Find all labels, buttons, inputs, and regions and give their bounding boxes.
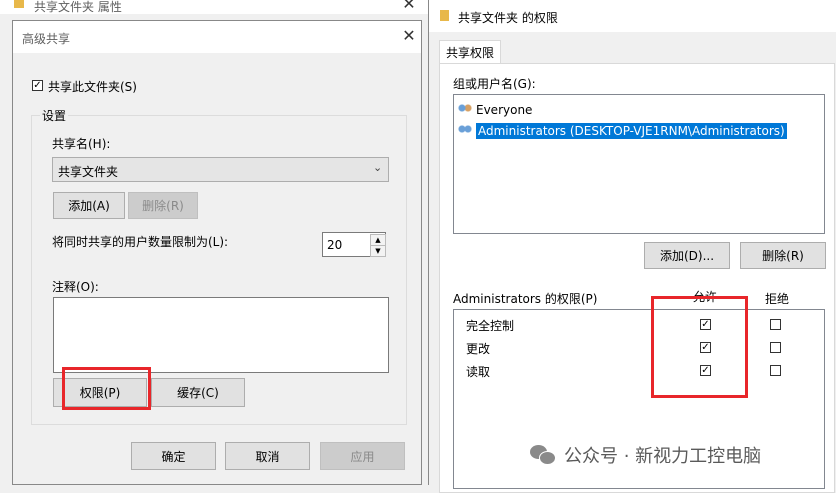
perm-name: 读取 [466,365,491,379]
tab-share-permissions[interactable]: 共享权限 [439,40,501,64]
user-limit-value: 20 [327,238,343,252]
settings-group-label: 设置 [40,107,69,124]
add-share-button[interactable]: 添加(A) [53,192,125,219]
deny-checkbox[interactable] [770,319,781,330]
folder-icon [440,10,449,21]
watermark-text: 公众号 · 新视力工控电脑 [564,446,762,467]
share-name-select[interactable]: 共享文件夹 ⌄ [52,157,389,182]
share-folder-label: 共享此文件夹(S) [48,80,137,94]
permissions-dialog: 共享文件夹 的权限 共享权限 组或用户名(G): Everyone Admini… [428,0,836,493]
users-listbox[interactable]: Everyone Administrators (DESKTOP-VJE1RNM… [453,94,825,234]
perm-name: 更改 [466,342,491,356]
cancel-button[interactable]: 取消 [225,442,310,470]
permissions-header-label: Administrators 的权限(P) [453,292,598,306]
spinner-down-icon[interactable]: ▼ [370,245,386,257]
watermark: 公众号 · 新视力工控电脑 [530,442,761,468]
perm-row-full-control: 完全控制 ✓ [454,313,824,336]
deny-checkbox[interactable] [770,342,781,353]
permissions-highlight-box [62,367,151,410]
comment-label: 注释(O): [52,280,99,294]
tab-share-permissions-label: 共享权限 [445,46,494,60]
deny-checkbox[interactable] [770,365,781,376]
user-name-selected: Administrators (DESKTOP-VJE1RNM\Administ… [476,123,787,139]
list-item-everyone[interactable]: Everyone [457,101,532,119]
cache-button[interactable]: 缓存(C) [151,378,245,407]
user-limit-spinner[interactable]: 20 ▲ ▼ [322,232,386,257]
add-user-button[interactable]: 添加(D)... [644,242,730,269]
list-item-administrators[interactable]: Administrators (DESKTOP-VJE1RNM\Administ… [457,122,787,140]
users-icon [457,124,473,138]
delete-share-button[interactable]: 删除(R) [128,192,198,219]
perm-name: 完全控制 [466,319,515,333]
share-name-value: 共享文件夹 [58,165,119,179]
wechat-icon [530,445,556,465]
chevron-down-icon: ⌄ [373,161,383,174]
allow-highlight-box [651,296,748,398]
properties-titlebar: 共享文件夹 属性 ✕ [0,0,428,14]
user-name: Everyone [476,103,533,117]
properties-close-icon[interactable]: ✕ [394,0,424,13]
share-folder-checkbox[interactable]: ✓ [32,80,43,91]
properties-title: 共享文件夹 属性 [34,0,122,14]
advanced-title: 高级共享 [22,32,71,46]
ok-button[interactable]: 确定 [131,442,216,470]
share-name-label: 共享名(H): [52,137,111,151]
advanced-sharing-dialog: 高级共享 ✕ ✓ 共享此文件夹(S) 设置 共享名(H): 共享文件夹 ⌄ 添加… [12,20,422,485]
advanced-titlebar: 高级共享 ✕ [13,21,421,53]
perm-row-read: 读取 ✓ [454,359,824,382]
advanced-close-icon[interactable]: ✕ [394,26,424,45]
group-users-label: 组或用户名(G): [453,77,536,91]
deny-column-header: 拒绝 [765,292,790,306]
perm-row-change: 更改 ✓ [454,336,824,359]
remove-user-button[interactable]: 删除(R) [740,242,826,269]
apply-button[interactable]: 应用 [320,442,405,470]
permissions-title: 共享文件夹 的权限 [458,11,558,25]
permissions-titlebar: 共享文件夹 的权限 [429,0,836,32]
comment-textarea[interactable] [53,297,389,373]
users-icon [457,103,473,117]
tab-panel: 组或用户名(G): Everyone Administrators (DESKT… [439,63,835,493]
folder-icon [14,0,24,8]
user-limit-label: 将同时共享的用户数量限制为(L): [52,235,229,249]
